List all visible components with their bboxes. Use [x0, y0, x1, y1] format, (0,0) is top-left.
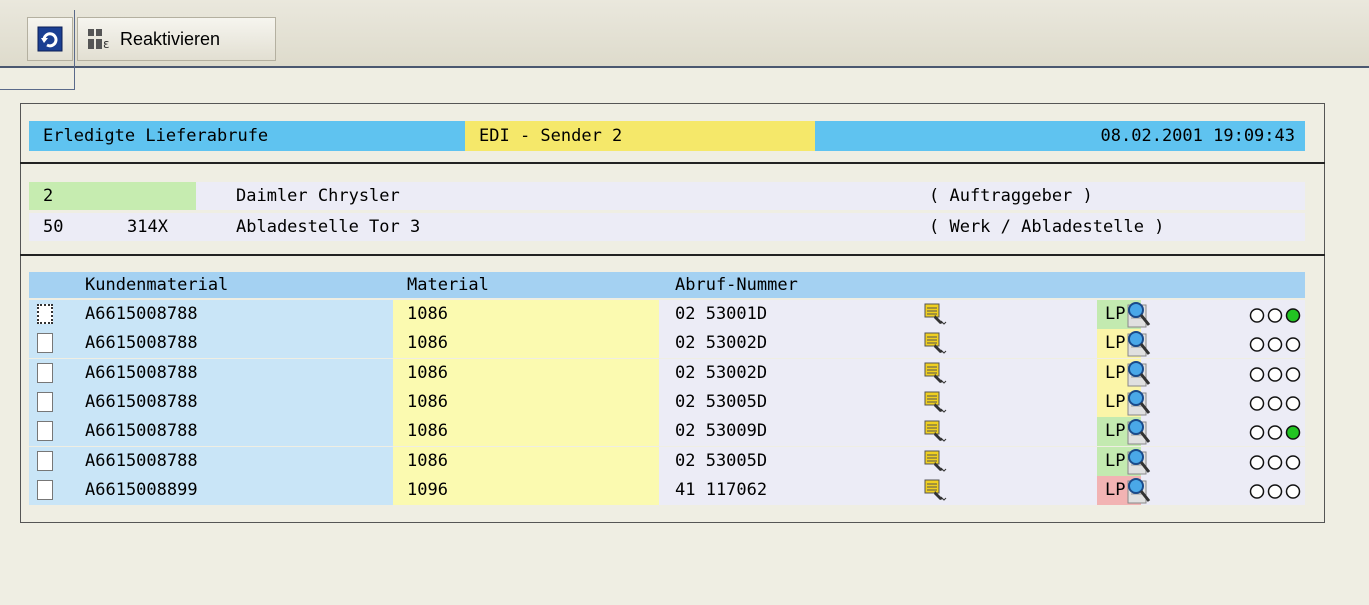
- unloading-row: 50 314X Abladestelle Tor 3 ( Werk / Abla…: [29, 213, 1305, 241]
- magnifier-icon[interactable]: [1125, 477, 1151, 505]
- cell-abruf-nummer: 02 53002D: [675, 333, 768, 353]
- cell-kundenmaterial: A6615008788: [85, 363, 198, 383]
- row-select-checkbox[interactable]: [37, 451, 53, 471]
- document-icon[interactable]: [923, 391, 949, 415]
- col-material: Material: [407, 275, 489, 295]
- document-icon[interactable]: [923, 420, 949, 444]
- cell-kundenmaterial: A6615008788: [85, 333, 198, 353]
- customer-row: 2 Daimler Chrysler ( Auftraggeber ): [29, 182, 1305, 210]
- magnifier-icon[interactable]: [1125, 418, 1151, 446]
- page-title: Erledigte Lieferabrufe: [29, 121, 465, 151]
- magnifier-icon[interactable]: [1125, 360, 1151, 388]
- document-icon[interactable]: [923, 479, 949, 503]
- unloading-code: 314X: [127, 217, 168, 237]
- traffic-light-icon: [1249, 308, 1301, 323]
- focus-indicator-horizontal: [0, 89, 75, 90]
- edi-sender: EDI - Sender 2: [465, 121, 815, 151]
- cell-abruf-nummer: 02 53002D: [675, 363, 768, 383]
- lp-label: LP: [1105, 392, 1126, 412]
- cell-abruf-nummer: 02 53009D: [675, 421, 768, 441]
- cell-kundenmaterial: A6615008899: [85, 480, 198, 500]
- document-icon[interactable]: [923, 332, 949, 356]
- cell-material: 1086: [393, 388, 659, 417]
- separator: [20, 254, 1325, 256]
- magnifier-icon[interactable]: [1125, 301, 1151, 329]
- table-row: A6615008788 1086 02 53005D LP: [29, 447, 1305, 476]
- traffic-light-icon: [1249, 396, 1301, 411]
- customer-number: 2: [29, 182, 196, 210]
- cell-abruf-nummer: 02 53005D: [675, 451, 768, 471]
- cell-material: 1096: [393, 476, 659, 505]
- customer-name: Daimler Chrysler: [236, 186, 400, 206]
- table-row: A6615008788 1086 02 53002D LP: [29, 359, 1305, 388]
- table-row: A6615008899 1096 41 117062 LP: [29, 476, 1305, 505]
- row-select-checkbox[interactable]: [37, 392, 53, 412]
- cell-abruf-nummer: 02 53001D: [675, 304, 768, 324]
- row-select-checkbox[interactable]: [37, 363, 53, 383]
- row-select-checkbox[interactable]: [37, 304, 53, 324]
- magnifier-icon[interactable]: [1125, 330, 1151, 358]
- lp-label: LP: [1105, 304, 1126, 324]
- cell-abruf-nummer: 41 117062: [675, 480, 768, 500]
- cell-kundenmaterial: A6615008788: [85, 392, 198, 412]
- cell-material: 1086: [393, 329, 659, 358]
- magnifier-icon[interactable]: [1125, 448, 1151, 476]
- lp-label: LP: [1105, 333, 1126, 353]
- magnifier-icon[interactable]: [1125, 389, 1151, 417]
- svg-text:ɛ: ɛ: [103, 37, 110, 51]
- refresh-button[interactable]: [27, 17, 73, 61]
- traffic-light-icon: [1249, 425, 1301, 440]
- reactivate-button[interactable]: ɛ Reaktivieren: [77, 17, 276, 61]
- table-row: A6615008788 1086 02 53009D LP: [29, 417, 1305, 446]
- cell-material: 1086: [393, 447, 659, 476]
- traffic-light-icon: [1249, 337, 1301, 352]
- unloading-role: ( Werk / Abladestelle ): [929, 217, 1165, 237]
- document-icon[interactable]: [923, 450, 949, 474]
- column-header: Kundenmaterial Material Abruf-Nummer: [29, 272, 1305, 298]
- table-row: A6615008788 1086 02 53005D LP: [29, 388, 1305, 417]
- cell-kundenmaterial: A6615008788: [85, 451, 198, 471]
- cell-abruf-nummer: 02 53005D: [675, 392, 768, 412]
- row-select-checkbox[interactable]: [37, 421, 53, 441]
- traffic-light-icon: [1249, 484, 1301, 499]
- col-abruf-nummer: Abruf-Nummer: [675, 275, 798, 295]
- application-toolbar: ɛ Reaktivieren: [0, 0, 1369, 68]
- table-row: A6615008788 1086 02 53002D LP: [29, 329, 1305, 358]
- row-select-checkbox[interactable]: [37, 480, 53, 500]
- document-icon[interactable]: [923, 362, 949, 386]
- col-kundenmaterial: Kundenmaterial: [85, 275, 229, 295]
- lp-label: LP: [1105, 480, 1126, 500]
- cell-kundenmaterial: A6615008788: [85, 421, 198, 441]
- cell-material: 1086: [393, 359, 659, 388]
- cell-material: 1086: [393, 300, 659, 329]
- focus-indicator-vertical: [74, 10, 75, 90]
- header-bar: Erledigte Lieferabrufe EDI - Sender 2 08…: [29, 121, 1305, 151]
- datetime: 08.02.2001 19:09:43: [815, 121, 1305, 151]
- plant-code: 50: [43, 217, 64, 237]
- unloading-name: Abladestelle Tor 3: [236, 217, 421, 237]
- lp-label: LP: [1105, 421, 1126, 441]
- traffic-light-icon: [1249, 367, 1301, 382]
- reactivate-icon: ɛ: [88, 29, 110, 51]
- traffic-light-icon: [1249, 455, 1301, 470]
- refresh-icon: [37, 26, 63, 52]
- row-select-checkbox[interactable]: [37, 333, 53, 353]
- table-row: A6615008788 1086 02 53001D LP: [29, 300, 1305, 329]
- document-icon[interactable]: [923, 303, 949, 327]
- cell-material: 1086: [393, 417, 659, 446]
- customer-role: ( Auftraggeber ): [929, 186, 1093, 206]
- lp-label: LP: [1105, 363, 1126, 383]
- reactivate-label: Reaktivieren: [120, 28, 221, 49]
- lp-label: LP: [1105, 451, 1126, 471]
- separator: [20, 162, 1325, 164]
- cell-kundenmaterial: A6615008788: [85, 304, 198, 324]
